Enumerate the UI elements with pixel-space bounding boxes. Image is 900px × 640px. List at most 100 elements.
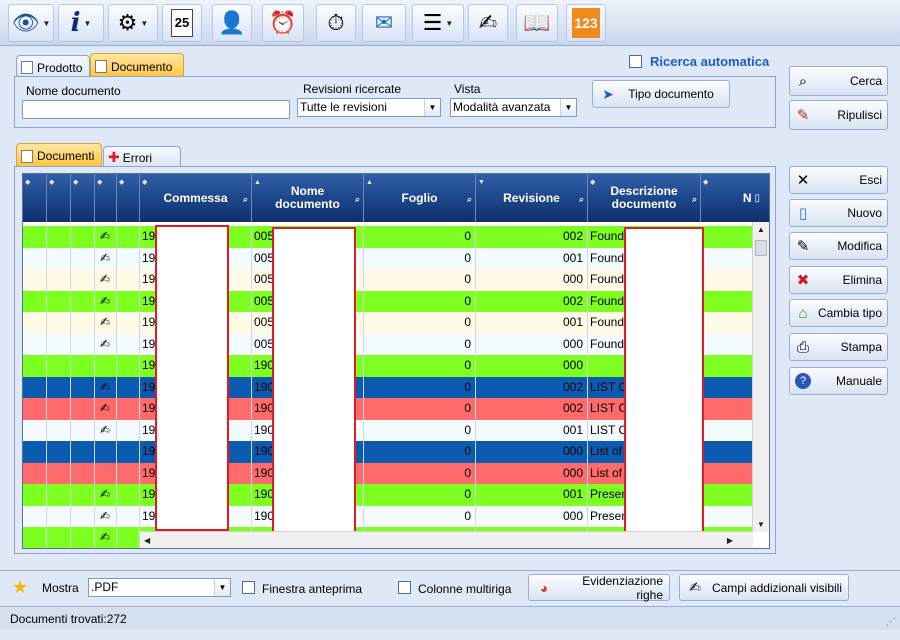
row-flag-cell[interactable] — [71, 247, 95, 269]
mostra-select[interactable]: .PDF ▼ — [88, 578, 231, 597]
row-flag-cell[interactable] — [47, 527, 71, 548]
tab-errori[interactable]: ✚ Errori — [103, 146, 181, 168]
row-flag-cell[interactable] — [47, 484, 71, 506]
stopwatch-toolbar-button[interactable]: ⏱ — [316, 4, 356, 42]
modifica-button[interactable]: ✎ Modifica — [789, 232, 888, 260]
filter-icon[interactable]: ⌕ — [467, 193, 472, 206]
filter-icon[interactable]: ⌕ — [692, 193, 697, 206]
tipo-documento-button[interactable]: ➤ Tipo documento — [592, 80, 730, 108]
row-flag-cell[interactable] — [117, 441, 140, 463]
header-col-3[interactable]: ◆ — [71, 174, 95, 222]
row-flag-cell[interactable] — [71, 441, 95, 463]
row-flag-cell[interactable] — [23, 419, 47, 441]
row-flag-cell[interactable] — [23, 247, 47, 269]
row-flag-cell[interactable] — [23, 333, 47, 355]
manuale-button[interactable]: ? Manuale — [789, 367, 888, 395]
cell-foglio[interactable]: 0 — [364, 269, 476, 291]
scroll-thumb[interactable] — [755, 240, 767, 256]
row-flag-cell[interactable] — [23, 441, 47, 463]
row-flag-cell[interactable] — [117, 484, 140, 506]
filter-icon[interactable]: ⌕ — [579, 193, 584, 206]
row-flag-cell[interactable] — [23, 376, 47, 398]
cell-foglio[interactable]: 0 — [364, 247, 476, 269]
cell-revisione[interactable]: 000 — [476, 462, 588, 484]
header-col-4[interactable]: ◆ — [95, 174, 117, 222]
cell-revisione[interactable]: 000 — [476, 441, 588, 463]
scroll-left-icon[interactable]: ◀ — [144, 536, 150, 545]
row-flag-cell[interactable] — [23, 226, 47, 248]
row-flag-cell[interactable] — [117, 527, 140, 548]
filter-icon[interactable]: ⌕ — [243, 193, 248, 206]
header-nome-documento[interactable]: ▲ Nome documento ⌕ — [252, 174, 364, 222]
scroll-right-icon[interactable]: ▶ — [727, 536, 733, 545]
row-flag-cell[interactable] — [71, 462, 95, 484]
signature-toolbar-button[interactable]: ✍ — [468, 4, 508, 42]
row-flag-cell[interactable] — [23, 269, 47, 291]
row-flag-cell[interactable] — [23, 505, 47, 527]
row-flag-cell[interactable] — [47, 398, 71, 420]
colonne-multiriga-checkbox[interactable] — [398, 581, 411, 594]
cell-revisione[interactable]: 002 — [476, 398, 588, 420]
row-flag-cell[interactable] — [117, 419, 140, 441]
row-flag-cell[interactable] — [71, 376, 95, 398]
numbers-toolbar-button[interactable]: 123 — [566, 4, 606, 42]
filter-icon[interactable]: ⌕ — [355, 193, 360, 206]
header-col-5[interactable]: ◆ — [117, 174, 140, 222]
row-flag-cell[interactable] — [23, 398, 47, 420]
row-flag-cell[interactable] — [47, 290, 71, 312]
cell-revisione[interactable]: 002 — [476, 226, 588, 248]
row-flag-cell[interactable] — [71, 484, 95, 506]
cell-revisione[interactable]: 002 — [476, 376, 588, 398]
calendar-toolbar-button[interactable]: 25 — [162, 4, 202, 42]
cell-foglio[interactable]: 0 — [364, 484, 476, 506]
row-flag-cell[interactable] — [47, 462, 71, 484]
elimina-button[interactable]: ✖ Elimina — [789, 266, 888, 294]
documents-grid[interactable]: ◆ ◆ ◆ ◆ ◆ ◆ Commessa ⌕ ▲ Nome documento ⌕ ▲ F… — [22, 173, 770, 549]
row-flag-cell[interactable] — [117, 398, 140, 420]
row-flag-cell[interactable] — [47, 505, 71, 527]
cell-revisione[interactable]: 001 — [476, 247, 588, 269]
row-flag-cell[interactable] — [47, 247, 71, 269]
gear-toolbar-button[interactable]: ⚙ ▼ — [108, 4, 158, 42]
row-flag-cell[interactable] — [71, 226, 95, 248]
row-flag-cell[interactable] — [71, 312, 95, 334]
header-n[interactable]: ◆ N ▯ — [701, 174, 769, 222]
row-flag-cell[interactable] — [47, 269, 71, 291]
cell-foglio[interactable]: 0 — [364, 376, 476, 398]
cell-foglio[interactable]: 0 — [364, 441, 476, 463]
horizontal-scrollbar[interactable]: ◀ ▶ — [140, 531, 753, 548]
cell-revisione[interactable]: 000 — [476, 269, 588, 291]
alarm-clock-toolbar-button[interactable]: ⏰ — [262, 4, 304, 42]
cell-revisione[interactable]: 000 — [476, 355, 588, 377]
revisioni-select[interactable]: Tutte le revisioni ▼ — [297, 98, 441, 117]
row-flag-cell[interactable] — [47, 355, 71, 377]
row-flag-cell[interactable] — [117, 290, 140, 312]
esci-button[interactable]: ✕ Esci — [789, 166, 888, 194]
row-flag-cell[interactable] — [117, 333, 140, 355]
row-flag-cell[interactable] — [47, 226, 71, 248]
document-list-toolbar-button[interactable]: ☰ ▼ — [412, 4, 464, 42]
cell-revisione[interactable]: 001 — [476, 419, 588, 441]
header-col-1[interactable]: ◆ — [23, 174, 47, 222]
row-flag-cell[interactable] — [71, 355, 95, 377]
eye-toolbar-button[interactable]: 👁 ▼ — [8, 4, 54, 42]
cell-revisione[interactable]: 001 — [476, 484, 588, 506]
ricerca-automatica-checkbox[interactable] — [629, 55, 642, 68]
cell-foglio[interactable]: 0 — [364, 505, 476, 527]
row-flag-cell[interactable] — [47, 312, 71, 334]
ripulisci-button[interactable]: ✎ Ripulisci — [789, 100, 888, 130]
row-flag-cell[interactable] — [71, 419, 95, 441]
row-flag-cell[interactable] — [117, 247, 140, 269]
cell-foglio[interactable]: 0 — [364, 398, 476, 420]
column-chooser-icon[interactable]: ▯ — [754, 192, 760, 205]
row-flag-cell[interactable] — [117, 269, 140, 291]
vertical-scrollbar[interactable]: ▲ ▼ — [752, 222, 769, 532]
row-flag-cell[interactable] — [23, 312, 47, 334]
info-toolbar-button[interactable]: i ▼ — [58, 4, 104, 42]
scroll-up-icon[interactable]: ▲ — [757, 225, 765, 234]
header-commessa[interactable]: ◆ Commessa ⌕ — [140, 174, 252, 222]
cell-foglio[interactable]: 0 — [364, 290, 476, 312]
header-revisione[interactable]: ▼ Revisione ⌕ — [476, 174, 588, 222]
email-toolbar-button[interactable]: ✉ — [362, 4, 406, 42]
cell-foglio[interactable]: 0 — [364, 419, 476, 441]
